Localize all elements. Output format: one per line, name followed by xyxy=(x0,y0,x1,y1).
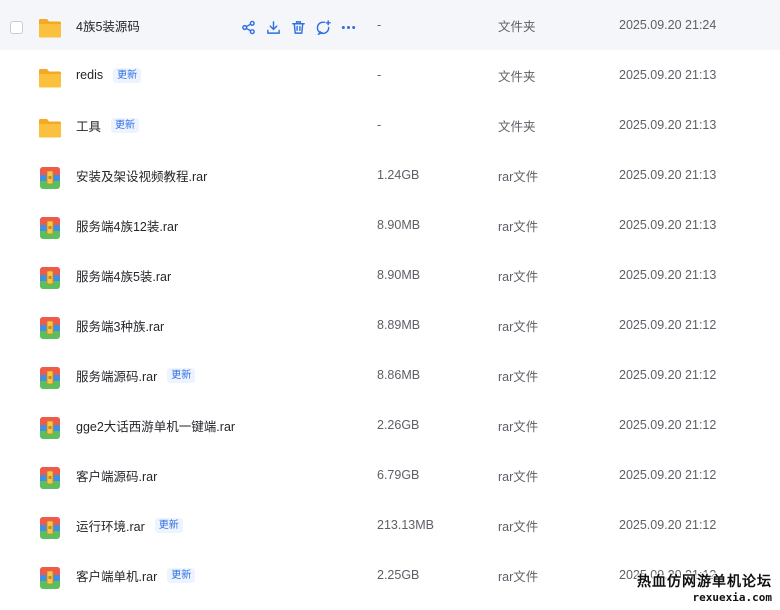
rar-archive-icon xyxy=(38,317,62,339)
comment-icon[interactable] xyxy=(315,19,331,35)
rar-archive-icon xyxy=(38,217,62,239)
file-name[interactable]: 客户端源码.rar xyxy=(76,466,157,485)
file-name-cell: 服务端4族5装.rar xyxy=(76,250,171,300)
rar-archive-icon xyxy=(38,517,62,539)
rar-archive-icon xyxy=(38,417,62,439)
file-date: 2025.09.20 21:12 xyxy=(619,318,717,332)
file-size: 2.25GB xyxy=(377,568,420,582)
file-row[interactable]: redis 更新 - 文件夹 2025.09.20 21:13 xyxy=(0,50,780,100)
file-date: 2025.09.20 21:13 xyxy=(619,268,717,282)
delete-icon[interactable] xyxy=(290,19,306,35)
file-size: - xyxy=(377,18,382,32)
file-type: rar文件 xyxy=(498,519,539,534)
file-name-cell: 客户端单机.rar 更新 xyxy=(76,550,196,600)
share-icon[interactable] xyxy=(240,19,256,35)
update-badge: 更新 xyxy=(154,517,183,533)
file-name-cell: 客户端源码.rar xyxy=(76,450,157,500)
file-type: rar文件 xyxy=(498,569,539,584)
file-size: - xyxy=(377,118,382,132)
file-type: rar文件 xyxy=(498,219,539,234)
file-date: 2025.09.20 21:12 xyxy=(619,368,717,382)
file-type: 文件夹 xyxy=(498,119,536,134)
file-row[interactable]: 工具 更新 - 文件夹 2025.09.20 21:13 xyxy=(0,100,780,150)
file-name[interactable]: 服务端源码.rar xyxy=(76,366,157,385)
file-date: 2025.09.20 21:13 xyxy=(619,118,717,132)
file-name-cell: 4族5装源码 xyxy=(76,0,140,50)
watermark: 热血仿网游单机论坛 rexuexia.com xyxy=(637,571,772,604)
file-row[interactable]: gge2大话西游单机一键端.rar 2.26GB rar文件 2025.09.20 2… xyxy=(0,400,780,450)
file-name-cell: 安装及架设视频教程.rar xyxy=(76,150,207,200)
folder-icon xyxy=(38,17,62,39)
file-name[interactable]: gge2大话西游单机一键端.rar xyxy=(76,416,235,435)
file-row[interactable]: 服务端源码.rar 更新 8.86MB rar文件 2025.09.20 21:12 xyxy=(0,350,780,400)
rar-archive-icon xyxy=(38,267,62,289)
file-size: 8.89MB xyxy=(377,318,421,332)
file-row[interactable]: 服务端3种族.rar 8.89MB rar文件 2025.09.20 21:12 xyxy=(0,300,780,350)
folder-icon xyxy=(38,67,62,89)
file-size: 8.90MB xyxy=(377,218,421,232)
file-date: 2025.09.20 21:24 xyxy=(619,18,717,32)
file-name[interactable]: 客户端单机.rar xyxy=(76,566,157,585)
download-icon[interactable] xyxy=(265,19,281,35)
file-name[interactable]: 服务端4族5装.rar xyxy=(76,266,171,285)
file-name[interactable]: 工具 xyxy=(76,116,101,135)
rar-archive-icon xyxy=(38,567,62,589)
file-row[interactable]: 客户端源码.rar 6.79GB rar文件 2025.09.20 21:12 xyxy=(0,450,780,500)
file-date: 2025.09.20 21:12 xyxy=(619,518,717,532)
file-size: 6.79GB xyxy=(377,468,420,482)
file-date: 2025.09.20 21:13 xyxy=(619,68,717,82)
file-type: rar文件 xyxy=(498,369,539,384)
watermark-title: 热血仿网游单机论坛 xyxy=(637,574,772,590)
file-type: rar文件 xyxy=(498,269,539,284)
folder-icon xyxy=(38,117,62,139)
file-row[interactable]: 运行环境.rar 更新 213.13MB rar文件 2025.09.20 21:12 xyxy=(0,500,780,550)
update-badge: 更新 xyxy=(167,367,196,383)
file-type: 文件夹 xyxy=(498,69,536,84)
file-type: rar文件 xyxy=(498,169,539,184)
file-row[interactable]: 4族5装源码 - 文件夹 2025.09.20 21:24 xyxy=(0,0,780,50)
file-name-cell: 服务端源码.rar 更新 xyxy=(76,350,196,400)
file-date: 2025.09.20 21:12 xyxy=(619,468,717,482)
file-type: rar文件 xyxy=(498,419,539,434)
file-name-cell: gge2大话西游单机一键端.rar xyxy=(76,400,235,450)
file-name[interactable]: 4族5装源码 xyxy=(76,16,140,35)
update-badge: 更新 xyxy=(167,567,196,583)
file-size: 1.24GB xyxy=(377,168,420,182)
file-name-cell: 服务端3种族.rar xyxy=(76,300,164,350)
file-name-cell: 工具 更新 xyxy=(76,100,140,150)
file-type: rar文件 xyxy=(498,319,539,334)
file-name-cell: redis 更新 xyxy=(76,50,142,100)
rar-archive-icon xyxy=(38,367,62,389)
file-name[interactable]: 服务端4族12装.rar xyxy=(76,216,178,235)
file-size: 8.90MB xyxy=(377,268,421,282)
file-row[interactable]: 服务端4族12装.rar 8.90MB rar文件 2025.09.20 21:13 xyxy=(0,200,780,250)
file-date: 2025.09.20 21:13 xyxy=(619,168,717,182)
watermark-url: rexuexia.com xyxy=(692,591,772,604)
file-type: rar文件 xyxy=(498,469,539,484)
file-size: - xyxy=(377,68,382,82)
rar-archive-icon xyxy=(38,467,62,489)
file-size: 2.26GB xyxy=(377,418,420,432)
file-size: 213.13MB xyxy=(377,518,434,532)
row-actions xyxy=(240,17,356,37)
file-name[interactable]: 安装及架设视频教程.rar xyxy=(76,166,207,185)
update-badge: 更新 xyxy=(111,117,140,133)
more-icon[interactable] xyxy=(340,19,356,35)
file-name-cell: 运行环境.rar 更新 xyxy=(76,500,183,550)
file-row[interactable]: 服务端4族5装.rar 8.90MB rar文件 2025.09.20 21:13 xyxy=(0,250,780,300)
update-badge: 更新 xyxy=(113,67,142,83)
file-date: 2025.09.20 21:12 xyxy=(619,418,717,432)
rar-archive-icon xyxy=(38,167,62,189)
file-name[interactable]: 运行环境.rar xyxy=(76,516,145,535)
file-list: 4族5装源码 - 文件夹 2025.09.20 21:24 redis 更新 - 文件夹 202… xyxy=(0,0,780,600)
file-row[interactable]: 安装及架设视频教程.rar 1.24GB rar文件 2025.09.20 21:13 xyxy=(0,150,780,200)
file-size: 8.86MB xyxy=(377,368,421,382)
file-name[interactable]: 服务端3种族.rar xyxy=(76,316,164,335)
row-checkbox[interactable] xyxy=(10,21,23,34)
file-type: 文件夹 xyxy=(498,19,536,34)
file-date: 2025.09.20 21:13 xyxy=(619,218,717,232)
file-name[interactable]: redis xyxy=(76,68,103,82)
file-name-cell: 服务端4族12装.rar xyxy=(76,200,178,250)
